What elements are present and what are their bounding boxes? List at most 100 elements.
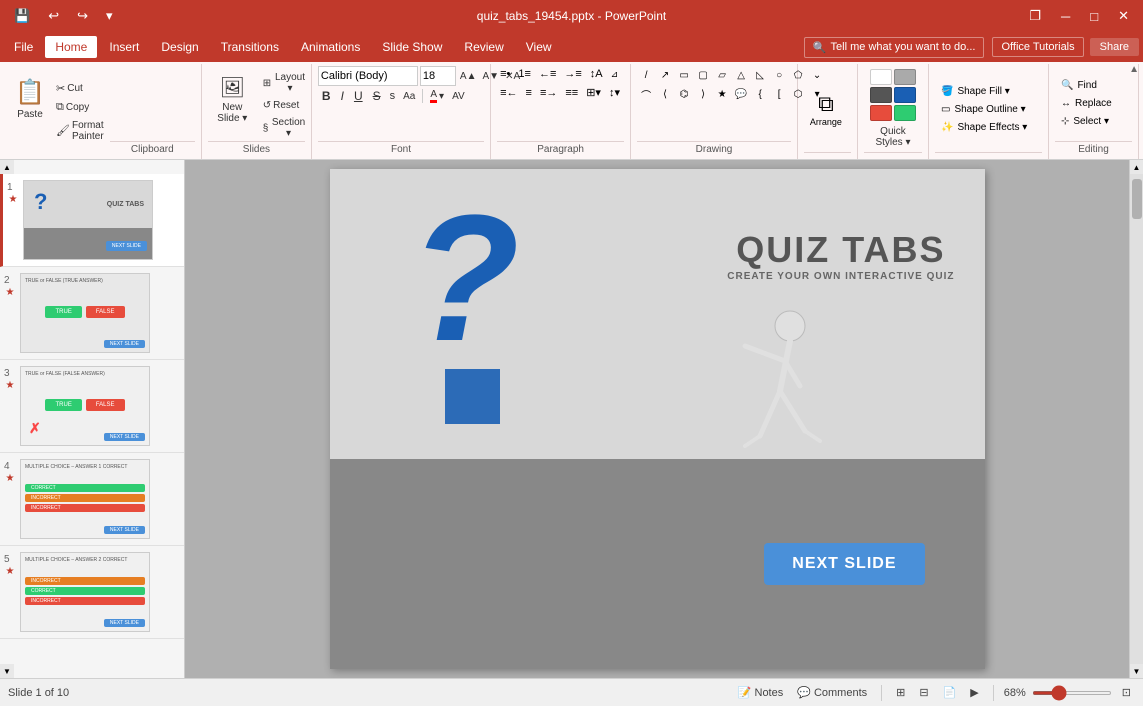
shape-line[interactable]: / <box>637 66 655 84</box>
zoom-slider[interactable] <box>1032 691 1112 695</box>
columns-button[interactable]: ⊞▾ <box>583 84 604 101</box>
scroll-down-arrow[interactable]: ▼ <box>1130 664 1143 678</box>
slide-thumb-1[interactable]: 1 ★ ? QUIZ TABS NEXT SLIDE <box>0 174 184 267</box>
increase-font-button[interactable]: A▲ <box>458 70 479 83</box>
restore-button[interactable]: ❐ <box>1023 6 1047 26</box>
shape-deco3[interactable]: ⟩ <box>694 85 712 103</box>
shape-triangle[interactable]: △ <box>732 66 750 84</box>
undo-button[interactable]: ↩ <box>42 6 65 26</box>
paste-button[interactable]: 📋 Paste <box>10 66 50 132</box>
slide-thumb-4[interactable]: 4 ★ MULTIPLE CHOICE – ANSWER 1 CORRECT C… <box>0 453 184 546</box>
help-search-icon[interactable]: 🔍 Tell me what you want to do... <box>804 37 985 58</box>
menu-slideshow[interactable]: Slide Show <box>372 36 452 58</box>
font-size-input[interactable] <box>420 66 456 86</box>
inc-indent-button[interactable]: →≡ <box>561 66 584 82</box>
menu-transitions[interactable]: Transitions <box>211 36 289 58</box>
line-spacing-button[interactable]: ↕▾ <box>606 84 623 101</box>
menu-animations[interactable]: Animations <box>291 36 370 58</box>
menu-insert[interactable]: Insert <box>99 36 149 58</box>
menu-design[interactable]: Design <box>151 36 208 58</box>
text-direction-button[interactable]: ↕A <box>587 66 606 82</box>
normal-view-button[interactable]: ⊞ <box>892 684 909 701</box>
comments-button[interactable]: 💬 Comments <box>793 684 871 701</box>
bold-button[interactable]: B <box>318 88 335 104</box>
slide-thumb-5[interactable]: 5 ★ MULTIPLE CHOICE – ANSWER 2 CORRECT I… <box>0 546 184 639</box>
shape-parallelogram[interactable]: ▱ <box>713 66 731 84</box>
shape-rect[interactable]: ▭ <box>675 66 693 84</box>
underline-button[interactable]: U <box>350 88 367 104</box>
qs-cell-6[interactable] <box>894 105 916 121</box>
new-slide-button[interactable]: 🖼 New Slide ▾ <box>208 66 257 132</box>
office-tutorials-button[interactable]: Office Tutorials <box>992 37 1083 57</box>
justify-button[interactable]: ≡≡ <box>562 85 581 101</box>
menu-home[interactable]: Home <box>45 36 97 58</box>
menu-view[interactable]: View <box>516 36 562 58</box>
qs-cell-2[interactable] <box>894 69 916 85</box>
shape-deco1[interactable]: ⟨ <box>656 85 674 103</box>
cut-button[interactable]: ✂ Cut <box>52 80 108 97</box>
copy-button[interactable]: ⧉ Copy <box>52 99 108 116</box>
reading-view-button[interactable]: 📄 <box>939 684 961 701</box>
slide-thumb-3[interactable]: 3 ★ TRUE or FALSE (FALSE ANSWER) TRUE FA… <box>0 360 184 453</box>
quick-styles-button[interactable]: Quick Styles ▾ <box>864 125 922 149</box>
shape-effects-button[interactable]: ✨ Shape Effects ▾ <box>935 120 1033 135</box>
font-color-button[interactable]: A▾ <box>427 88 447 104</box>
panel-scroll-up[interactable]: ▲ <box>0 160 14 174</box>
redo-button[interactable]: ↪ <box>71 6 94 26</box>
qs-cell-1[interactable] <box>870 69 892 85</box>
find-button[interactable]: 🔍 Find <box>1055 78 1118 93</box>
qs-cell-5[interactable] <box>870 105 892 121</box>
slide-thumb-2[interactable]: 2 ★ TRUE or FALSE (TRUE ANSWER) TRUE FAL… <box>0 267 184 360</box>
maximize-button[interactable]: □ <box>1084 7 1104 26</box>
shape-arrow[interactable]: ↗ <box>656 66 674 84</box>
font-family-input[interactable] <box>318 66 418 86</box>
layout-button[interactable]: ⊞ Layout ▾ <box>259 70 311 96</box>
qs-cell-4[interactable] <box>894 87 916 103</box>
scroll-up-arrow[interactable]: ▲ <box>1130 160 1143 174</box>
reset-button[interactable]: ↺ Reset <box>259 98 311 113</box>
shape-fill-button[interactable]: 🪣 Shape Fill ▾ <box>935 84 1033 99</box>
section-button[interactable]: § Section ▾ <box>259 115 311 141</box>
arrange-button[interactable]: ⧉ Arrange <box>804 76 848 142</box>
strikethrough-button[interactable]: S <box>369 88 385 104</box>
replace-button[interactable]: ↔ Replace <box>1055 96 1118 111</box>
align-right-button[interactable]: ≡→ <box>537 85 560 101</box>
char-spacing-button[interactable]: AV <box>449 90 468 103</box>
customize-button[interactable]: ▾ <box>100 6 119 26</box>
shape-curve[interactable]: ⌒ <box>637 85 655 103</box>
slide-sorter-button[interactable]: ⊟ <box>915 684 932 701</box>
slideshow-button[interactable]: ▶ <box>966 684 982 701</box>
convert-smartart-button[interactable]: ⊿ <box>608 67 622 82</box>
shape-bracket[interactable]: [ <box>770 85 788 103</box>
align-center-button[interactable]: ≡ <box>523 85 535 101</box>
bullets-button[interactable]: ≡• <box>497 66 513 82</box>
minimize-button[interactable]: ─ <box>1055 7 1076 26</box>
zoom-fit-button[interactable]: ⊡ <box>1118 684 1135 701</box>
change-case-button[interactable]: Aa <box>400 90 418 103</box>
ribbon-collapse-button[interactable]: ▲ <box>1129 64 1139 75</box>
shape-oval[interactable]: ○ <box>770 66 788 84</box>
notes-button[interactable]: 📝 Notes <box>734 684 787 701</box>
next-slide-button[interactable]: NEXT SLIDE <box>764 543 924 585</box>
save-button[interactable]: 💾 <box>8 6 36 26</box>
shape-callout[interactable]: 💬 <box>732 85 750 103</box>
numbered-button[interactable]: 1≡ <box>515 66 534 82</box>
shape-rtriangle[interactable]: ◺ <box>751 66 769 84</box>
menu-file[interactable]: File <box>4 36 43 58</box>
dec-indent-button[interactable]: ←≡ <box>536 66 559 82</box>
italic-button[interactable]: I <box>337 88 348 104</box>
menu-review[interactable]: Review <box>454 36 513 58</box>
shape-deco2[interactable]: ⌬ <box>675 85 693 103</box>
close-button[interactable]: ✕ <box>1112 6 1135 26</box>
shape-brace[interactable]: { <box>751 85 769 103</box>
select-button[interactable]: ⊹ Select ▾ <box>1055 114 1118 129</box>
shape-roundrect[interactable]: ▢ <box>694 66 712 84</box>
panel-scroll-down[interactable]: ▼ <box>0 664 14 678</box>
shape-outline-button[interactable]: ▭ Shape Outline ▾ <box>935 102 1033 117</box>
shape-star[interactable]: ★ <box>713 85 731 103</box>
format-painter-button[interactable]: 🖌 Format Painter <box>52 118 108 144</box>
scroll-thumb[interactable] <box>1132 179 1142 219</box>
shadow-button[interactable]: s <box>387 89 399 103</box>
share-button[interactable]: Share <box>1090 38 1139 56</box>
qs-cell-3[interactable] <box>870 87 892 103</box>
